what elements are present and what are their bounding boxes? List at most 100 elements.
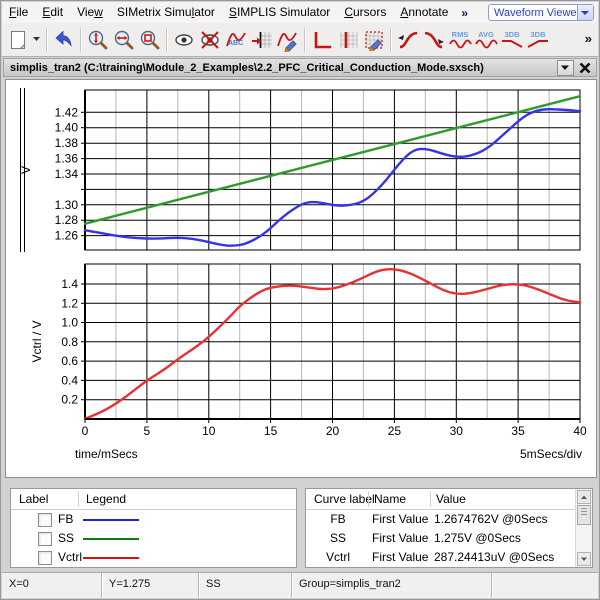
avg-icon: AVG xyxy=(473,28,499,52)
toolbar-separator xyxy=(304,28,306,52)
curve-fall-button[interactable] xyxy=(421,27,447,53)
measurement-row-SS[interactable]: SSFirst Value1.275V @0Secs xyxy=(306,529,576,548)
window-menu-button[interactable] xyxy=(557,60,574,76)
svg-text:0.4: 0.4 xyxy=(61,373,78,387)
curve-visibility-checkbox[interactable] xyxy=(38,551,52,565)
menu-cursors[interactable]: Cursors xyxy=(337,2,393,23)
zoom-fit-y-button[interactable] xyxy=(85,27,111,53)
undo-button[interactable] xyxy=(51,27,77,53)
column-header-curve-label: Curve label xyxy=(314,492,375,506)
status-section-4 xyxy=(492,573,598,598)
svg-text:3DB: 3DB xyxy=(504,30,520,39)
svg-text:0.8: 0.8 xyxy=(61,335,78,349)
window-selector-combo[interactable]: Waveform Viewer xyxy=(488,4,594,21)
column-divider[interactable] xyxy=(78,491,79,507)
close-button[interactable] xyxy=(577,60,593,76)
measure-name: First Value xyxy=(372,550,428,564)
vertical-scrollbar[interactable] xyxy=(575,489,592,567)
curve-color-sample xyxy=(83,538,139,540)
label-curve-button[interactable]: ABC xyxy=(223,27,249,53)
measurement-row-Vctrl[interactable]: VctrlFirst Value287.24413uV @0Secs xyxy=(306,548,576,567)
legend-row-SS[interactable]: SS xyxy=(11,529,296,548)
measure-name: First Value xyxy=(372,512,428,526)
column-divider[interactable] xyxy=(430,491,431,507)
waveform-plot[interactable]: 1.421.401.381.361.341.301.281.26V1.41.21… xyxy=(6,80,596,477)
waveform-viewer-window: FileEditViewSIMetrix SimulatorSIMPLIS Si… xyxy=(0,0,600,600)
curve-fall-icon xyxy=(422,28,446,52)
new-graph-dropdown[interactable] xyxy=(31,27,43,53)
db3-low-button[interactable]: 3DB xyxy=(499,27,525,53)
toolbar-separator xyxy=(46,28,48,52)
zoom-fit-x-button[interactable] xyxy=(111,27,137,53)
svg-text:AVG: AVG xyxy=(478,30,494,39)
svg-text:25: 25 xyxy=(388,424,402,438)
toolbar-overflow-chevron[interactable]: » xyxy=(585,31,592,46)
legend-row-Vctrl[interactable]: Vctrl xyxy=(11,548,296,567)
scrollbar-thumb[interactable] xyxy=(577,505,591,525)
edit-grid-button[interactable] xyxy=(361,27,387,53)
chevron-down-icon xyxy=(561,65,570,71)
status-section-1: Y=1.275 xyxy=(102,573,199,598)
add-grid-icon xyxy=(336,28,360,52)
legend-panel: Label Legend FBSSVctrl xyxy=(10,488,297,568)
menu-annotate[interactable]: Annotate xyxy=(393,2,455,23)
svg-text:10: 10 xyxy=(202,424,216,438)
hide-curve-button[interactable] xyxy=(197,27,223,53)
menu-view[interactable]: View xyxy=(70,2,110,23)
edit-curve-button[interactable] xyxy=(275,27,301,53)
curve-label: SS xyxy=(58,531,74,545)
menubar-overflow-chevron[interactable]: » xyxy=(461,6,468,20)
curve-visibility-checkbox[interactable] xyxy=(38,532,52,546)
db3-high-button[interactable]: 3DB xyxy=(525,27,551,53)
avg-button[interactable]: AVG xyxy=(473,27,499,53)
menu-file[interactable]: File xyxy=(2,2,35,23)
rms-button[interactable]: RMS xyxy=(447,27,473,53)
svg-text:1.40: 1.40 xyxy=(55,121,79,135)
show-curve-button[interactable] xyxy=(171,27,197,53)
zoom-box-button[interactable] xyxy=(137,27,163,53)
column-header-legend: Legend xyxy=(86,492,126,506)
chevron-down-icon[interactable] xyxy=(577,5,593,20)
edit-grid-icon xyxy=(362,28,386,52)
status-section-2: SS xyxy=(199,573,292,598)
menu-simplis-simulator[interactable]: SIMPLIS Simulator xyxy=(222,2,337,23)
toolbar-separator xyxy=(166,28,168,52)
measure-value: 1.2674762V @0Secs xyxy=(434,512,548,526)
legend-row-FB[interactable]: FB xyxy=(11,510,296,529)
zoom-box-icon xyxy=(138,28,162,52)
curve-color-sample xyxy=(83,519,139,521)
add-axis-button[interactable] xyxy=(309,27,335,53)
status-section-3: Group=simplis_tran2 xyxy=(292,573,492,598)
add-grid-button[interactable] xyxy=(335,27,361,53)
curve-rise-button[interactable] xyxy=(395,27,421,53)
svg-text:1.28: 1.28 xyxy=(55,213,79,227)
graph-panel[interactable]: 1.421.401.381.361.341.301.281.26V1.41.21… xyxy=(5,79,597,478)
menu-edit[interactable]: Edit xyxy=(35,2,70,23)
curve-visibility-checkbox[interactable] xyxy=(38,513,52,527)
add-axis-icon xyxy=(310,28,334,52)
svg-text:20: 20 xyxy=(326,424,340,438)
db3-high-icon: 3DB xyxy=(525,28,551,52)
svg-text:30: 30 xyxy=(450,424,464,438)
label-curve-icon: ABC xyxy=(224,28,248,52)
y-tick-labels: 1.41.21.00.80.60.40.2 xyxy=(61,277,78,407)
triangle-down-icon xyxy=(581,557,588,562)
new-graph-button[interactable] xyxy=(5,27,31,53)
x-axis-title: time/mSecs xyxy=(75,447,138,461)
scroll-up-button[interactable] xyxy=(577,490,591,504)
menu-simetrix-simulator[interactable]: SIMetrix Simulator xyxy=(110,2,222,23)
toolbar-separator xyxy=(80,28,82,52)
zoom-y-icon xyxy=(86,28,110,52)
plot-2: 1.41.21.00.80.60.40.2Vctrl / V xyxy=(30,264,580,419)
scroll-down-button[interactable] xyxy=(577,552,591,566)
undo-icon xyxy=(52,28,76,52)
move-curve-button[interactable] xyxy=(249,27,275,53)
x-axis: 0510152025303540time/mSecs5mSecs/div xyxy=(75,419,587,461)
measurement-row-FB[interactable]: FBFirst Value1.2674762V @0Secs xyxy=(306,510,576,529)
column-divider[interactable] xyxy=(368,491,369,507)
measure-value: 287.24413uV @0Secs xyxy=(434,550,554,564)
graph-window-titlebar[interactable]: simplis_tran2 (C:\training\Module_2_Exam… xyxy=(3,58,597,77)
move-curve-icon xyxy=(250,28,274,52)
legend-rows: FB SS Vctrl xyxy=(11,510,296,567)
statusbar: X=0Y=1.275SSGroup=simplis_tran2 xyxy=(2,572,598,598)
